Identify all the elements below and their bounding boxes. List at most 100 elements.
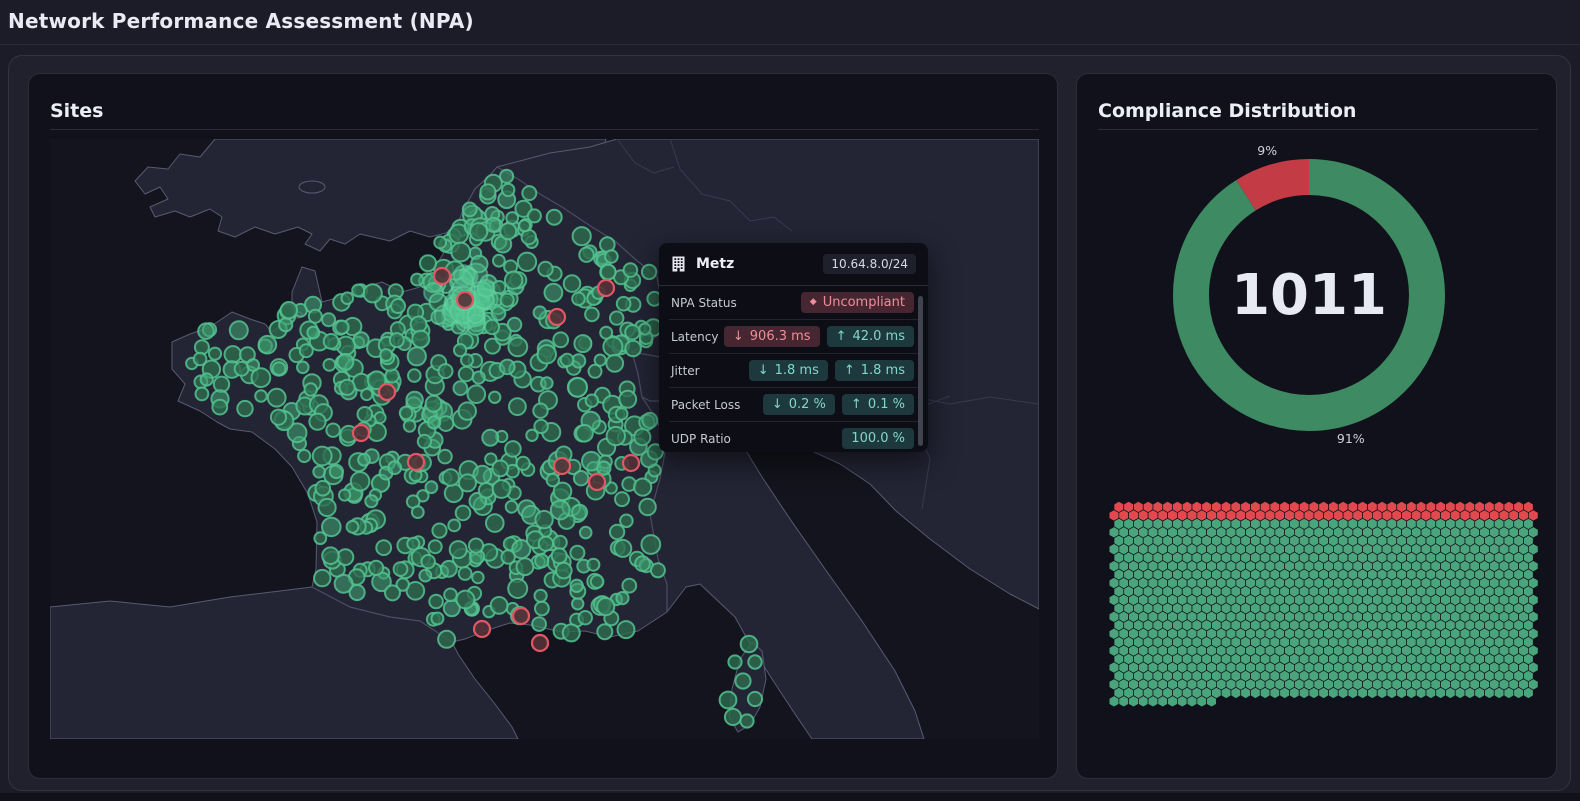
site-dot-compliant[interactable]	[428, 593, 444, 610]
site-dot-compliant[interactable]	[536, 344, 557, 365]
site-dot-compliant[interactable]	[398, 405, 414, 421]
site-dot-compliant[interactable]	[605, 425, 626, 447]
site-dot-compliant[interactable]	[555, 561, 573, 580]
site-dot-compliant[interactable]	[586, 557, 601, 572]
site-dot-compliant[interactable]	[199, 372, 214, 387]
site-dot-compliant[interactable]	[517, 219, 532, 233]
site-dot-compliant[interactable]	[254, 389, 268, 403]
site-dot-compliant[interactable]	[624, 324, 641, 341]
site-dot-compliant[interactable]	[443, 587, 458, 603]
site-dot-compliant[interactable]	[194, 386, 210, 402]
site-dot-compliant[interactable]	[352, 331, 370, 349]
site-dot-uncompliant[interactable]	[552, 456, 572, 476]
site-dot-uncompliant[interactable]	[530, 633, 550, 653]
site-dot-compliant[interactable]	[322, 358, 337, 372]
site-dot-compliant[interactable]	[492, 253, 506, 268]
site-dot-compliant[interactable]	[424, 480, 439, 495]
site-dot-compliant[interactable]	[306, 325, 321, 340]
site-dot-compliant[interactable]	[587, 363, 603, 379]
site-dot-compliant[interactable]	[571, 503, 589, 521]
site-dot-compliant[interactable]	[515, 455, 531, 471]
site-dot-compliant[interactable]	[437, 363, 454, 380]
site-dot-compliant[interactable]	[633, 477, 653, 497]
site-dot-compliant[interactable]	[402, 419, 417, 433]
site-dot-compliant[interactable]	[467, 537, 485, 554]
site-dot-compliant[interactable]	[390, 298, 407, 314]
site-dot-compliant[interactable]	[491, 479, 512, 499]
site-dot-compliant[interactable]	[515, 557, 535, 577]
site-dot-cluster[interactable]	[476, 278, 496, 298]
site-dot-compliant[interactable]	[545, 208, 563, 226]
site-dot-cluster[interactable]	[423, 282, 445, 304]
site-dot-compliant[interactable]	[531, 616, 548, 633]
site-dot-compliant[interactable]	[483, 318, 501, 336]
site-dot-compliant[interactable]	[507, 578, 529, 599]
site-dot-compliant[interactable]	[321, 516, 342, 538]
site-dot-compliant[interactable]	[441, 468, 460, 487]
site-dot-compliant[interactable]	[457, 365, 475, 383]
compliance-donut-chart[interactable]: 1011 91% 9%	[1144, 130, 1474, 460]
site-dot-compliant[interactable]	[532, 305, 547, 320]
site-dot-compliant[interactable]	[575, 424, 594, 443]
site-dot-compliant[interactable]	[540, 376, 554, 390]
site-dot-compliant[interactable]	[360, 387, 374, 402]
site-dot-compliant[interactable]	[500, 549, 516, 565]
site-dot-compliant[interactable]	[608, 523, 626, 541]
site-dot-compliant[interactable]	[471, 570, 485, 585]
site-dot-compliant[interactable]	[457, 401, 477, 421]
site-dot-compliant[interactable]	[491, 459, 510, 478]
site-dot-compliant[interactable]	[431, 522, 448, 539]
site-dot-compliant[interactable]	[416, 433, 432, 450]
site-dot-uncompliant[interactable]	[455, 290, 475, 310]
site-dot-compliant[interactable]	[481, 428, 500, 447]
site-dot-compliant[interactable]	[573, 334, 593, 354]
site-dot-compliant[interactable]	[317, 497, 337, 518]
site-dot-compliant[interactable]	[314, 479, 332, 497]
site-dot-compliant[interactable]	[340, 291, 355, 305]
site-dot-compliant[interactable]	[532, 402, 549, 419]
site-dot-compliant[interactable]	[571, 291, 586, 307]
site-dot-compliant[interactable]	[448, 540, 468, 560]
site-dot-uncompliant[interactable]	[351, 423, 371, 443]
tooltip-scrollbar[interactable]	[918, 296, 923, 446]
site-dot-compliant[interactable]	[504, 499, 519, 514]
site-dot-compliant[interactable]	[279, 301, 299, 320]
site-dot-compliant[interactable]	[207, 346, 223, 361]
site-dot-compliant[interactable]	[458, 473, 477, 493]
site-dot-compliant[interactable]	[364, 494, 379, 509]
site-dot-compliant[interactable]	[440, 559, 458, 578]
site-dot-compliant[interactable]	[577, 610, 593, 626]
site-dot-compliant[interactable]	[296, 360, 310, 375]
site-dot-compliant[interactable]	[734, 672, 752, 690]
site-dot-compliant[interactable]	[739, 634, 759, 654]
site-dot-compliant[interactable]	[455, 589, 476, 610]
site-dot-compliant[interactable]	[321, 546, 340, 566]
site-dot-compliant[interactable]	[357, 452, 371, 467]
site-dot-compliant[interactable]	[489, 596, 509, 615]
site-dot-compliant[interactable]	[599, 325, 614, 340]
site-dot-compliant[interactable]	[405, 390, 424, 410]
site-dot-compliant[interactable]	[471, 370, 486, 385]
site-dot-compliant[interactable]	[375, 539, 393, 557]
site-dot-compliant[interactable]	[615, 591, 630, 606]
site-dot-compliant[interactable]	[516, 251, 538, 273]
site-dot-compliant[interactable]	[578, 525, 593, 540]
site-dot-compliant[interactable]	[271, 361, 287, 377]
site-dot-uncompliant[interactable]	[406, 452, 426, 472]
site-dot-compliant[interactable]	[596, 460, 612, 476]
site-dot-compliant[interactable]	[545, 472, 560, 488]
site-dot-compliant[interactable]	[269, 408, 288, 426]
site-dot-compliant[interactable]	[533, 588, 548, 603]
site-dot-compliant[interactable]	[278, 317, 294, 333]
site-dot-uncompliant[interactable]	[596, 278, 616, 298]
site-dot-compliant[interactable]	[362, 283, 383, 304]
site-dot-compliant[interactable]	[605, 353, 625, 373]
site-dot-compliant[interactable]	[533, 418, 549, 435]
site-dot-compliant[interactable]	[747, 654, 763, 670]
site-dot-compliant[interactable]	[368, 559, 385, 576]
site-dot-compliant[interactable]	[407, 368, 422, 383]
site-dot-compliant[interactable]	[640, 534, 662, 555]
site-dot-compliant[interactable]	[192, 351, 208, 367]
site-dot-compliant[interactable]	[454, 504, 472, 522]
site-dot-compliant[interactable]	[297, 448, 312, 464]
